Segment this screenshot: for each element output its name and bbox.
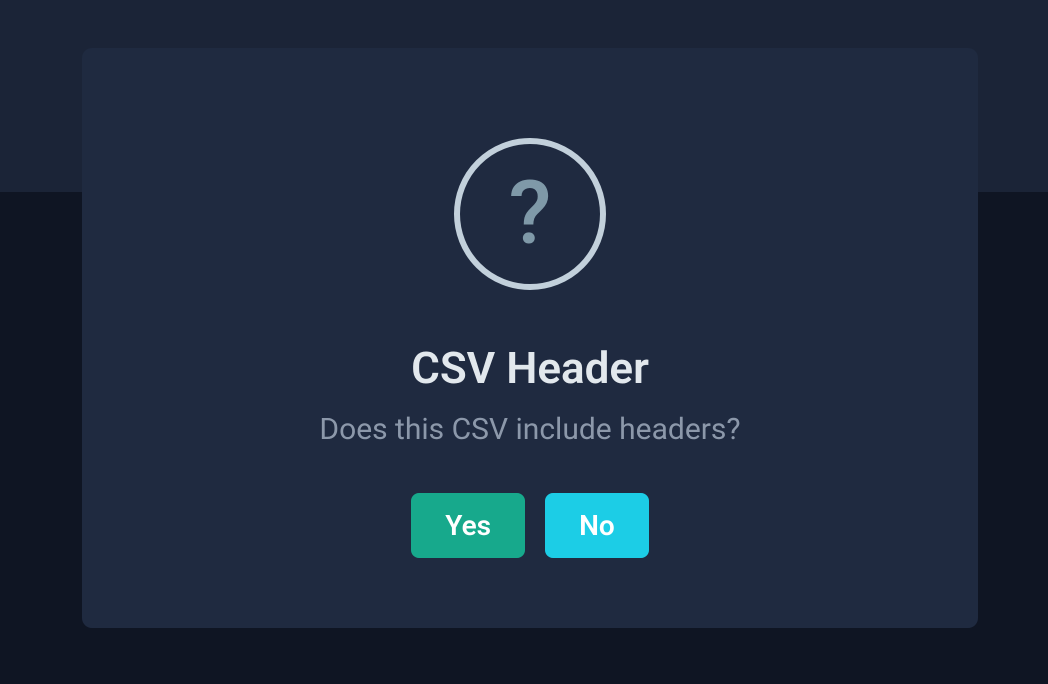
dialog-button-row: Yes No — [411, 493, 648, 558]
question-icon: ? — [454, 138, 606, 290]
yes-button[interactable]: Yes — [411, 493, 525, 558]
no-button[interactable]: No — [545, 493, 649, 558]
dialog-message: Does this CSV include headers? — [319, 412, 740, 447]
csv-header-dialog: ? CSV Header Does this CSV include heade… — [82, 48, 978, 628]
dialog-title: CSV Header — [411, 342, 649, 394]
question-mark-glyph: ? — [509, 170, 552, 258]
